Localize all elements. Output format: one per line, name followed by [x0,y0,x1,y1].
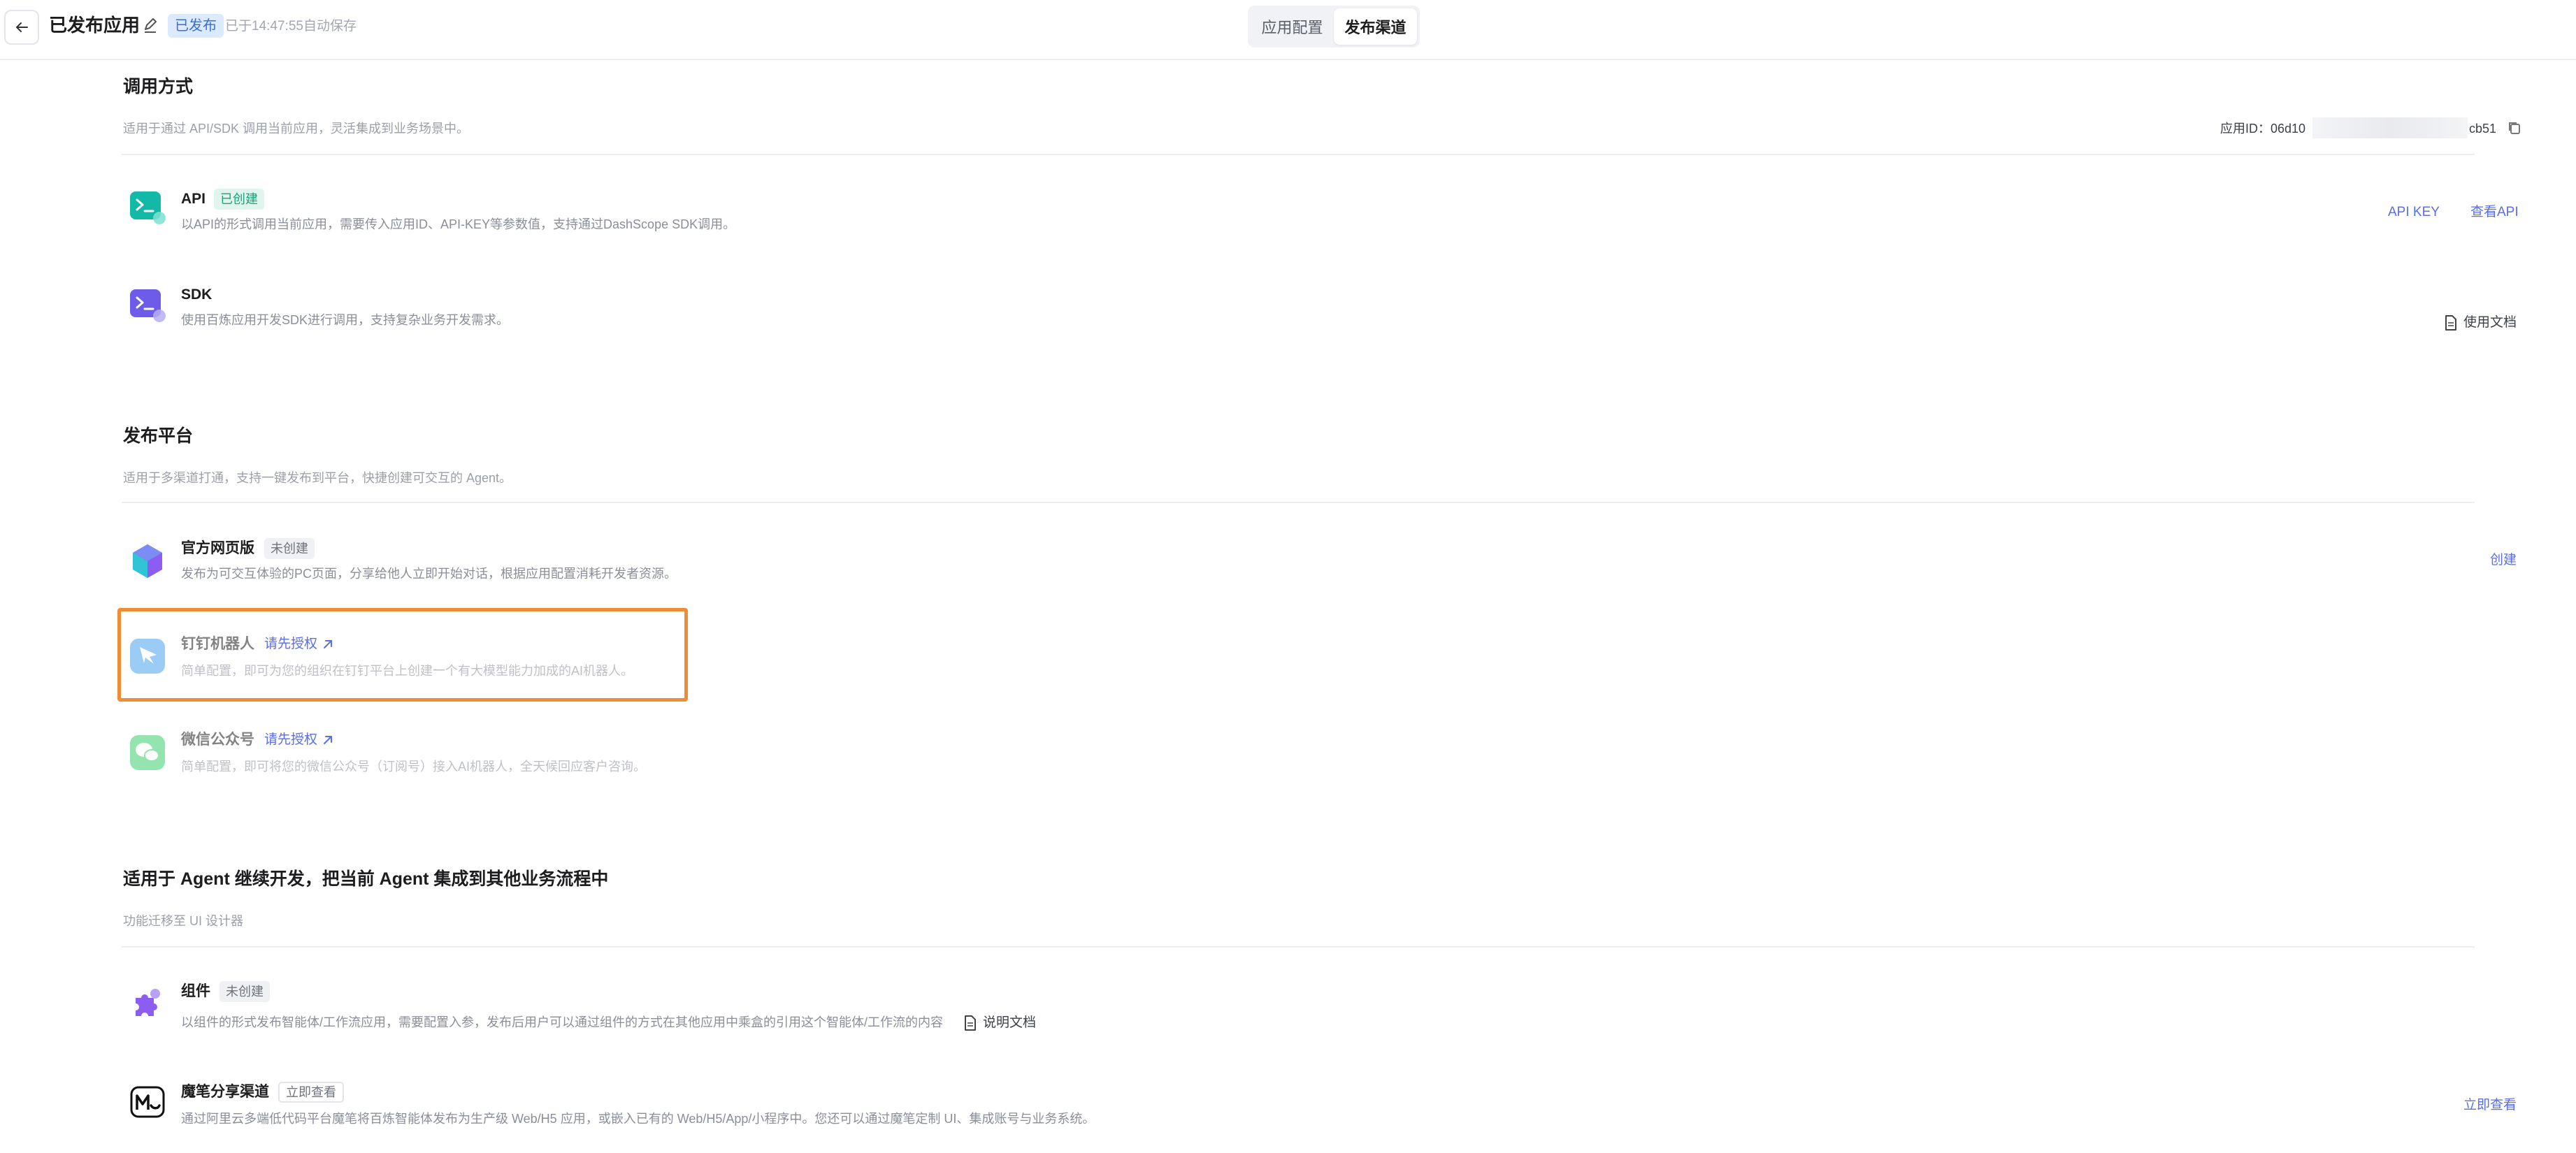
agent-section-subtitle: 功能迁移至 UI 设计器 [123,914,244,928]
sdk-docs-link[interactable]: 使用文档 [2463,313,2517,333]
status-badge: 已发布 [168,14,224,38]
create-web-link[interactable]: 创建 [2490,551,2517,570]
invoke-section-title: 调用方式 [123,77,194,96]
mobi-view-link[interactable]: 立即查看 [2463,1096,2517,1115]
component-title: 组件 [181,983,210,999]
dingtalk-description: 简单配置，即可为您的组织在钉钉平台上创建一个有大模型能力加成的AI机器人。 [181,664,634,678]
platform-section-title: 发布平台 [123,426,194,446]
mobi-view-tag[interactable]: 立即查看 [278,1082,344,1103]
mobi-logo-icon [130,1086,165,1118]
puzzle-icon [136,989,160,1016]
document-icon [965,1015,976,1031]
view-api-link[interactable]: 查看API [2470,203,2519,222]
platform-divider [122,502,2475,503]
api-title: API [181,191,206,207]
external-link-icon[interactable] [322,734,334,746]
app-id-label: 应用ID：06d10 [2220,122,2306,136]
api-description: 以API的形式调用当前应用，需要传入应用ID、API-KEY等参数值，支持通过D… [181,217,736,231]
agent-divider [122,946,2475,948]
tab-switcher: 应用配置 发布渠道 [1248,6,1420,48]
app-id-redacted [2312,117,2468,138]
highlight-box [117,608,688,702]
wechat-authorize-link[interactable]: 请先授权 [264,730,317,750]
terminal-icon [130,289,166,322]
dingtalk-icon [130,639,165,674]
tab-app-config[interactable]: 应用配置 [1251,8,1334,45]
external-link-icon[interactable] [322,638,334,651]
arrow-left-icon [16,22,28,32]
dingtalk-title: 钉钉机器人 [181,636,254,652]
wechat-title: 微信公众号 [181,732,254,748]
page-title: 已发布应用 [49,15,141,36]
component-status-tag: 未创建 [220,981,270,1002]
autosave-text: 已于14:47:55自动保存 [225,19,357,34]
official-web-status-tag: 未创建 [264,538,315,559]
component-docs-link[interactable]: 说明文档 [983,1013,1036,1033]
back-button[interactable] [4,10,39,45]
copy-icon[interactable] [2507,120,2522,136]
wechat-description: 简单配置，即可将您的微信公众号（订阅号）接入AI机器人，全天候回应客户咨询。 [181,760,647,774]
wechat-icon [130,735,165,770]
sdk-title: SDK [181,287,213,303]
api-key-link[interactable]: API KEY [2388,203,2440,222]
agent-section-title: 适用于 Agent 继续开发，把当前 Agent 集成到其他业务流程中 [123,869,609,889]
invoke-section-subtitle: 适用于通过 API/SDK 调用当前应用，灵活集成到业务场景中。 [123,122,470,136]
invoke-divider [122,154,2475,155]
sdk-description: 使用百炼应用开发SDK进行调用，支持复杂业务开发需求。 [181,313,510,327]
platform-section-subtitle: 适用于多渠道打通，支持一键发布到平台，快捷创建可交互的 Agent。 [123,471,512,485]
terminal-icon [130,191,166,224]
mobi-description: 通过阿里云多端低代码平台魔笔将百炼智能体发布为生产级 Web/H5 应用，或嵌入… [181,1112,1095,1126]
api-status-tag: 已创建 [214,189,264,210]
document-icon [2445,315,2456,331]
official-web-description: 发布为可交互体验的PC页面，分享给他人立即开始对话，根据应用配置消耗开发者资源。 [181,567,677,581]
app-id-tail: cb51 [2469,122,2497,136]
mobi-title: 魔笔分享渠道 [181,1084,269,1100]
official-web-title: 官方网页版 [181,540,254,556]
web-app-logo-icon [133,544,162,578]
edit-icon[interactable] [143,17,158,34]
tab-publish-channel[interactable]: 发布渠道 [1334,8,1417,45]
top-bar: 已发布应用 已发布 已于14:47:55自动保存 应用配置 发布渠道 [0,0,2576,60]
component-description: 以组件的形式发布智能体/工作流应用，需要配置入参，发布后用户可以通过组件的方式在… [181,1015,943,1029]
dingtalk-authorize-link[interactable]: 请先授权 [264,634,317,654]
